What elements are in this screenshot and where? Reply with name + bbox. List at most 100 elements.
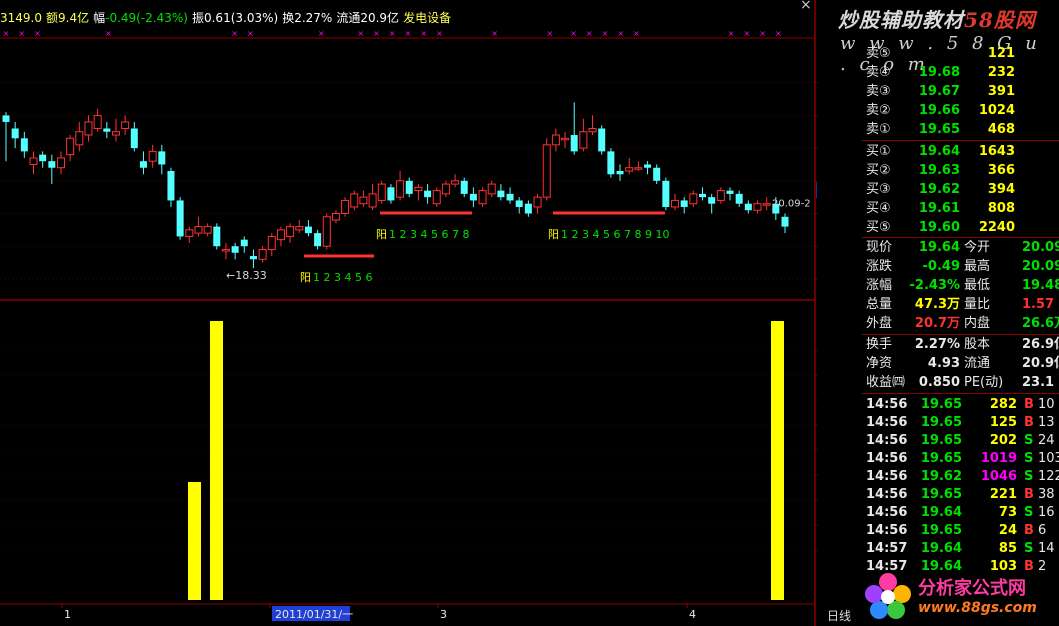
tick-time: 14:56 — [866, 469, 908, 484]
candle — [231, 242, 239, 260]
candle — [148, 144, 157, 168]
ask-volume: 1024 — [978, 103, 1015, 118]
candle — [607, 148, 615, 178]
tick-time: 14:56 — [866, 415, 908, 430]
current-price-marker — [816, 182, 817, 199]
kline-chart-area[interactable]: × × × × × × × × × × × × × × × × × × × × × × × × ←18.33 阳 1 2 3 4 … — [0, 0, 817, 626]
candle — [469, 187, 477, 207]
ask-price: 19.65 — [918, 122, 960, 137]
candle — [533, 193, 542, 214]
fund-label: 净资 — [866, 356, 893, 371]
signal-marker: × — [389, 29, 396, 38]
signal-marker: × — [247, 29, 254, 38]
stat-value: 19.48 — [1022, 278, 1059, 293]
candle — [716, 187, 725, 204]
ask-row: 卖① 19.65 468 — [862, 120, 1059, 139]
ask-price: 19.66 — [918, 103, 960, 118]
stat-label: 总量 — [866, 297, 893, 312]
fund-value: 23.1 — [1022, 375, 1055, 390]
tick-volume: 24 — [998, 523, 1017, 538]
candle — [762, 197, 771, 211]
tick-side: B — [1024, 487, 1034, 502]
candle — [735, 190, 743, 207]
candle — [377, 180, 386, 204]
bid-price: 19.60 — [918, 220, 960, 235]
candle — [662, 177, 670, 211]
tick-time: 14:56 — [866, 505, 908, 520]
tick-time: 14:56 — [866, 397, 908, 412]
candle — [387, 184, 395, 204]
fund-value: 2.27% — [914, 337, 960, 352]
x-axis-label: 4 — [689, 608, 696, 621]
tick-side: B — [1024, 415, 1034, 430]
candle — [441, 180, 450, 198]
tick-side: S — [1024, 469, 1034, 484]
indicator-bar — [210, 321, 223, 600]
bid-row: 买③ 19.62 394 — [862, 180, 1059, 199]
candle — [276, 226, 285, 247]
candle — [561, 131, 570, 149]
change-value: -0.49(-2.43%) — [105, 11, 188, 25]
tick-side: B — [1024, 397, 1034, 412]
tab-daily[interactable]: 日线 — [827, 607, 851, 624]
candle — [314, 229, 322, 250]
bid-row: 买① 19.64 1643 — [862, 142, 1059, 161]
signal-marker: × — [420, 29, 427, 38]
candle — [322, 213, 331, 250]
tick-side: S — [1024, 451, 1034, 466]
watermark-name: 分析家公式网 — [918, 578, 1026, 599]
tick-price: 19.65 — [920, 523, 962, 538]
volume-value: 3149.0 — [0, 11, 42, 25]
candle — [487, 180, 496, 198]
tick-count: 16 — [1038, 505, 1055, 520]
tick-price: 19.65 — [920, 451, 962, 466]
ask-row: 卖② 19.66 1024 — [862, 101, 1059, 120]
stat-label: 内盘 — [964, 316, 991, 331]
tick-volume: 282 — [989, 397, 1017, 412]
stat-value: -0.49 — [922, 259, 960, 274]
float-value: 流通20.9亿 — [336, 11, 400, 25]
stat-value: 20.09 — [1022, 240, 1059, 255]
candle — [111, 118, 120, 142]
stat-value: 1.57 — [1022, 297, 1055, 312]
signal-marker: × — [546, 29, 553, 38]
stat-value: 19.64 — [918, 240, 960, 255]
stat-row: 涨幅 -2.43% 最低 19.48 — [862, 276, 1059, 295]
ask-volume: 468 — [987, 122, 1015, 137]
amplitude-value: 振0.61(3.03%) — [191, 11, 279, 25]
tick-time: 14:56 — [866, 451, 908, 466]
signal-marker: × — [318, 29, 325, 38]
bid-level-label: 买① — [866, 144, 891, 159]
ask-level-label: 卖⑤ — [866, 46, 891, 61]
stat-value: 26.6万 — [1022, 316, 1059, 331]
tick-price: 19.64 — [920, 541, 962, 556]
candle — [258, 246, 267, 263]
candle — [331, 210, 340, 224]
tick-count: 38 — [1038, 487, 1055, 502]
bid-price: 19.63 — [918, 163, 960, 178]
tick-count: 14 — [1038, 541, 1055, 556]
candle — [570, 102, 578, 155]
fund-row: 换手 2.27% 股本 26.9亿 — [862, 335, 1059, 354]
candle — [194, 216, 203, 237]
stat-value: -2.43% — [909, 278, 961, 293]
indicator-bar — [771, 321, 784, 600]
tick-price: 19.64 — [920, 505, 962, 520]
close-icon[interactable]: × — [800, 0, 812, 13]
candle — [424, 184, 432, 204]
fund-label: PE(动) — [964, 375, 1004, 390]
change-label: 幅 — [93, 11, 106, 25]
signal-marker: × — [602, 29, 609, 38]
tick-time: 14:56 — [866, 487, 908, 502]
candle — [286, 223, 295, 243]
fund-label: 换手 — [866, 337, 893, 352]
candle — [460, 177, 468, 198]
bid-level-label: 买④ — [866, 201, 891, 216]
candle — [2, 112, 10, 162]
divider — [862, 140, 1059, 141]
stat-value: 20.09 — [1022, 259, 1059, 274]
stock-info-header: 3149.0 额9.4亿 幅-0.49(-2.43%) 振0.61(3.03%) 换2.… — [0, 9, 455, 26]
candle — [653, 164, 661, 185]
tick-row: 14:56 19.65 202 S 24 — [862, 431, 1059, 450]
turnover-value: 换2.27% — [282, 11, 333, 25]
